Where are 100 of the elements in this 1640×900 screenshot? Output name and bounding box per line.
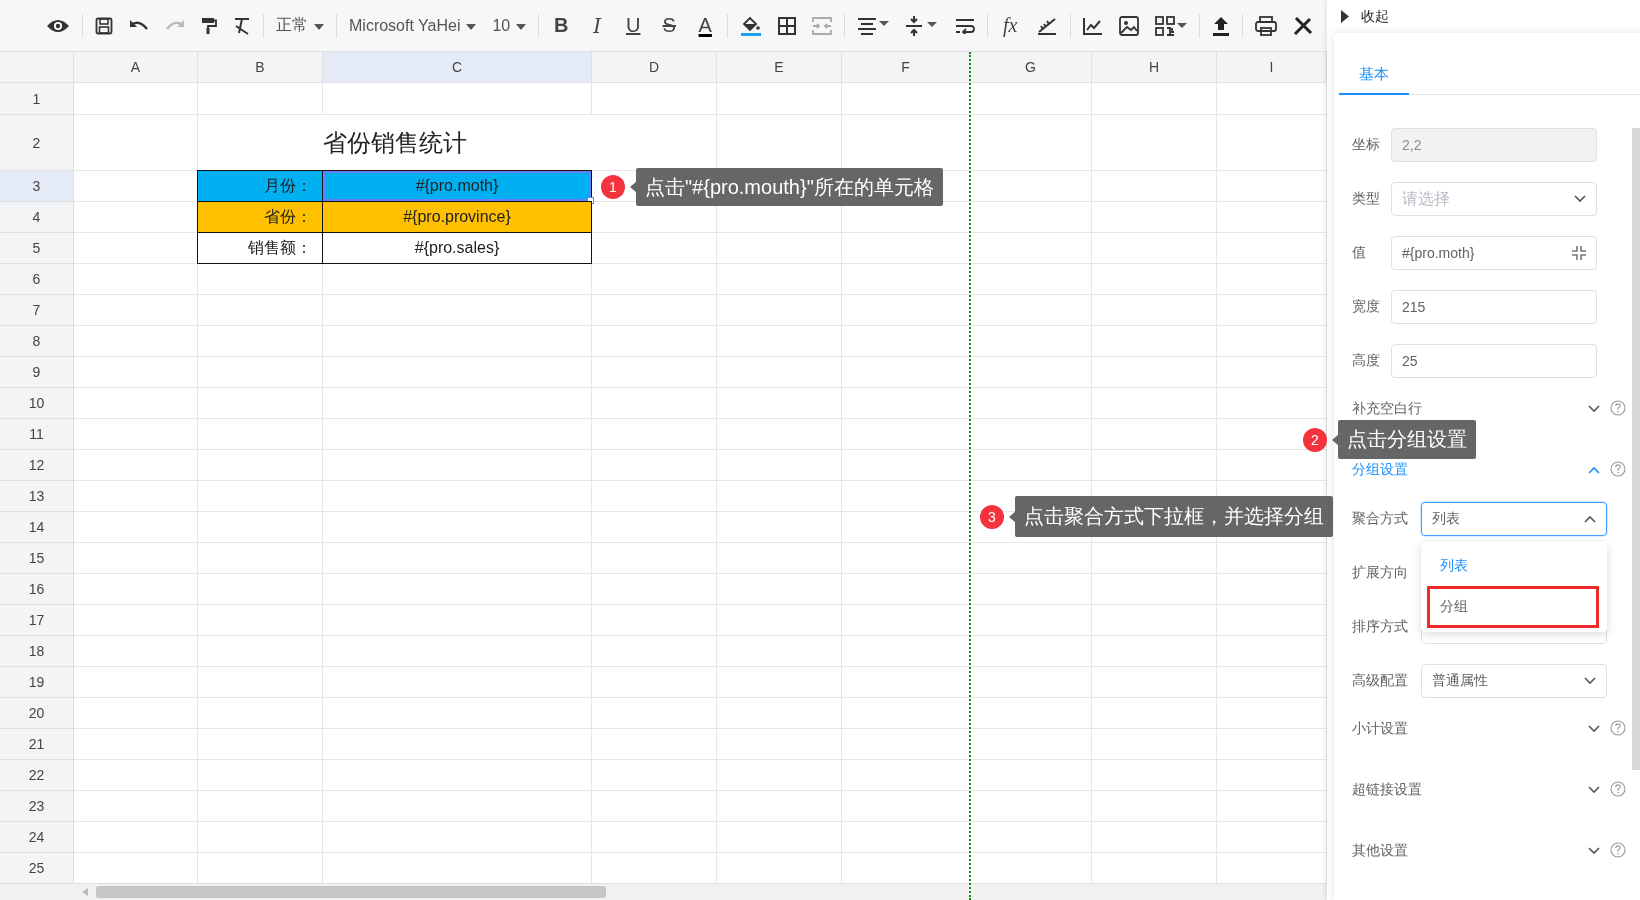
help-icon[interactable] [1610,781,1626,797]
help-icon[interactable] [1610,461,1626,477]
chevron-up-icon [1588,466,1600,474]
select-field[interactable]: 普通属性 [1421,664,1607,698]
section-header[interactable]: 其他设置 [1352,842,1588,860]
input-field[interactable]: #{pro.moth} [1391,236,1597,270]
help-icon[interactable] [1610,720,1626,736]
row-header[interactable]: 23 [0,791,74,822]
callout-tooltip: 点击分组设置 [1338,420,1476,459]
image-icon [1119,15,1140,36]
align-center-icon [857,16,890,35]
italic-button[interactable]: I [583,10,612,41]
table-cell: 销售额： [197,232,323,264]
row-header[interactable]: 6 [0,264,74,295]
row-header[interactable]: 2 [0,115,74,171]
row-header[interactable]: 22 [0,760,74,791]
input-field[interactable]: 215 [1391,290,1597,324]
collapse-link[interactable]: 收起 [1361,7,1389,26]
shrink-icon[interactable] [1572,246,1586,260]
chevron-down-icon [1588,725,1600,733]
row-header[interactable]: 18 [0,636,74,667]
row-header[interactable]: 11 [0,419,74,450]
row-header[interactable]: 17 [0,605,74,636]
printer-icon [1255,15,1278,36]
row-header[interactable]: 1 [0,83,74,115]
input-field[interactable]: 25 [1391,344,1597,378]
formula-button[interactable]: fx [996,11,1025,40]
row-header[interactable]: 14 [0,512,74,543]
row-header[interactable]: 24 [0,822,74,853]
help-icon[interactable] [1610,400,1626,416]
row-header[interactable]: 10 [0,388,74,419]
table-cell[interactable]: #{pro.moth} [322,170,592,202]
bold-button[interactable]: B [547,11,576,40]
style-select[interactable]: 正常 [272,12,328,39]
section-header[interactable]: 补充空白行 [1352,400,1588,418]
tools-icon [1293,15,1314,36]
field-label: 高级配置 [1352,672,1409,690]
strikethrough-button[interactable]: S [655,11,684,40]
field-label: 类型 [1352,190,1381,208]
ruler-icon [1036,15,1059,36]
table-cell[interactable]: #{pro.province} [322,201,592,233]
row-header[interactable]: 19 [0,667,74,698]
wrap-text-icon [955,17,976,34]
caret-icon [466,23,477,30]
chevron-down-icon [1584,677,1596,685]
caret-icon [516,23,527,30]
row-header[interactable]: 13 [0,481,74,512]
row-header[interactable]: 5 [0,233,74,264]
underline-button[interactable]: U [619,11,648,40]
row-header[interactable]: 3 [0,171,74,202]
field-label: 聚合方式 [1352,510,1409,528]
triangle-icon[interactable] [1341,10,1349,23]
field-label: 宽度 [1352,298,1381,316]
chevron-up-icon [1584,515,1596,523]
row-header[interactable]: 7 [0,295,74,326]
help-icon[interactable] [1610,842,1626,858]
column-header[interactable]: D [592,52,717,83]
column-header[interactable]: E [717,52,842,83]
save-icon [95,16,113,35]
column-header[interactable]: B [198,52,323,83]
scroll-left-icon[interactable] [82,888,88,896]
font-color-button[interactable]: A [691,11,720,40]
font-select[interactable]: Microsoft YaHei [345,13,481,38]
border-icon [778,16,797,35]
column-header[interactable]: F [842,52,970,83]
paint-bucket-icon [740,14,763,37]
table-cell[interactable]: #{pro.sales} [322,232,592,264]
paint-roller-icon [201,16,217,35]
row-header[interactable]: 20 [0,698,74,729]
table-cell: 省份： [197,201,323,233]
dropdown-option[interactable]: 分组 [1427,586,1599,628]
column-header[interactable]: I [1217,52,1327,83]
column-header[interactable]: A [74,52,198,83]
row-header[interactable]: 12 [0,450,74,481]
section-header[interactable]: 超链接设置 [1352,781,1588,799]
select-field[interactable]: 列表 [1421,502,1607,536]
vertical-align-icon [905,14,940,37]
row-header[interactable]: 25 [0,853,74,883]
chevron-down-icon [1588,847,1600,855]
row-header[interactable]: 8 [0,326,74,357]
eye-icon [46,17,70,34]
chevron-down-icon [1574,195,1586,203]
step-number-tooltip: 3 [980,504,1004,529]
field-label: 坐标 [1352,136,1381,154]
field-label: 高度 [1352,352,1381,370]
row-header[interactable]: 16 [0,574,74,605]
clear-format-icon [233,16,251,35]
line-chart-icon [1083,16,1104,35]
row-header[interactable]: 9 [0,357,74,388]
field-label: 排序方式 [1352,618,1409,636]
column-header[interactable]: C [323,52,592,83]
row-header[interactable]: 4 [0,202,74,233]
section-header[interactable]: 小计设置 [1352,720,1588,738]
font-size-select[interactable]: 10 [488,13,531,38]
callout-tooltip: 点击聚合方式下拉框，并选择分组 [1015,496,1333,537]
column-header[interactable]: G [970,52,1092,83]
row-header[interactable]: 21 [0,729,74,760]
column-header[interactable]: H [1092,52,1217,83]
row-header[interactable]: 15 [0,543,74,574]
merge-cells-icon [812,16,833,35]
